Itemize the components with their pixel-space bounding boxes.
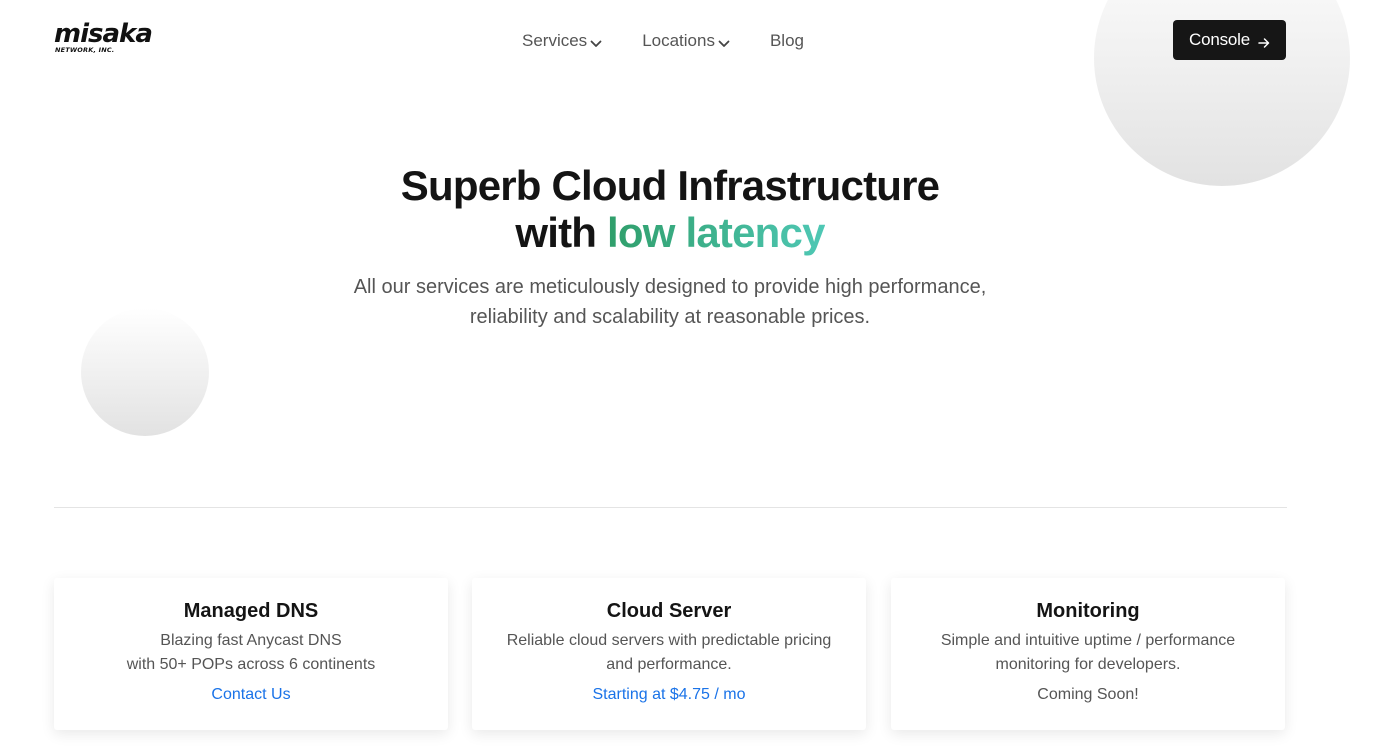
main-nav: Services Locations Blog xyxy=(522,30,804,52)
hero-title-line1: Superb Cloud Infrastructure xyxy=(400,162,940,209)
nav-item-label: Locations xyxy=(642,31,715,50)
coming-soon-note: Coming Soon! xyxy=(1037,686,1139,703)
hero-subtitle: All our services are meticulously design… xyxy=(0,272,1340,332)
service-card-cloud-server: Cloud Server Reliable cloud servers with… xyxy=(472,578,866,730)
card-description-line: with 50+ POPs across 6 continents xyxy=(126,656,376,673)
logo-subtitle: NETWORK, INC. xyxy=(55,46,115,54)
logo[interactable]: misaka NETWORK, INC. xyxy=(54,19,154,58)
chevron-down-icon xyxy=(590,35,602,47)
console-button-label: Console xyxy=(1189,30,1250,49)
page: misaka NETWORK, INC. Services Locations … xyxy=(0,0,1394,748)
card-title: Monitoring xyxy=(1036,600,1140,622)
hero-title-line2-prefix: with xyxy=(515,209,608,256)
console-button[interactable]: Console xyxy=(1173,20,1286,60)
nav-item-label: Blog xyxy=(769,31,804,50)
arrow-right-icon xyxy=(1258,34,1270,48)
card-title: Cloud Server xyxy=(606,600,732,622)
section-divider xyxy=(54,507,1287,508)
card-description: Reliable cloud servers with predictable … xyxy=(472,629,866,677)
chevron-down-icon xyxy=(718,35,730,47)
hero-title: Superb Cloud Infrastructure with low lat… xyxy=(0,162,1340,256)
pricing-link[interactable]: Starting at $4.75 / mo xyxy=(593,685,746,705)
card-description: Blazing fast Anycast DNS with 50+ POPs a… xyxy=(54,629,448,677)
card-description-line: Simple and intuitive uptime / performanc… xyxy=(940,632,1236,649)
hero-subtitle-line2: reliability and scalability at reasonabl… xyxy=(469,306,871,328)
card-description-line: monitoring for developers. xyxy=(995,656,1181,673)
card-description: Simple and intuitive uptime / performanc… xyxy=(891,629,1285,677)
card-description-line: Blazing fast Anycast DNS xyxy=(160,632,342,649)
card-description-line: and performance. xyxy=(606,656,732,673)
card-description-line: Reliable cloud servers with predictable … xyxy=(506,632,832,649)
nav-item-locations[interactable]: Locations xyxy=(642,31,730,51)
nav-item-blog[interactable]: Blog xyxy=(770,31,804,51)
hero-subtitle-line1: All our services are meticulously design… xyxy=(353,276,987,298)
nav-item-label: Services xyxy=(522,31,588,50)
nav-item-services[interactable]: Services xyxy=(522,31,602,51)
service-card-monitoring: Monitoring Simple and intuitive uptime /… xyxy=(891,578,1285,730)
service-card-managed-dns: Managed DNS Blazing fast Anycast DNS wit… xyxy=(54,578,448,730)
hero-title-accent: low latency xyxy=(607,209,825,256)
card-title: Managed DNS xyxy=(183,600,319,622)
contact-us-link[interactable]: Contact Us xyxy=(211,685,290,705)
